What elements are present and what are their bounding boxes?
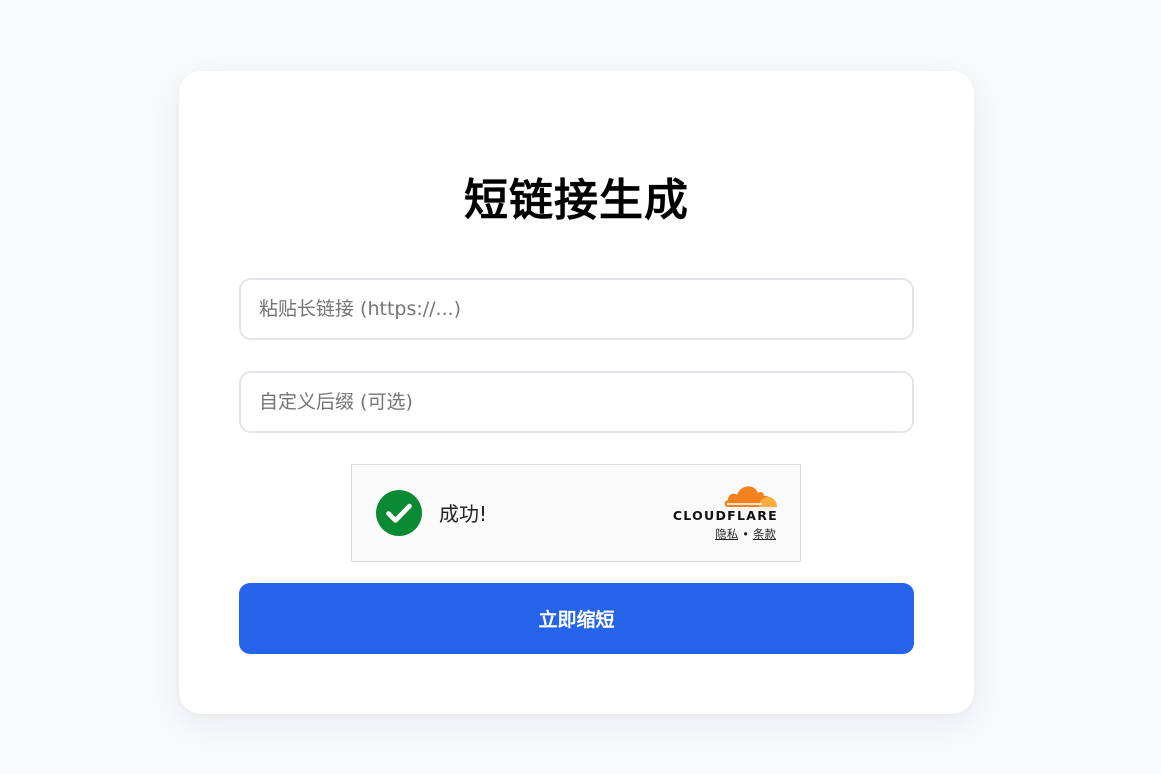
turnstile-widget[interactable]: 成功! CLOUDFLARE 隐私 • 条款 <box>351 464 801 562</box>
privacy-link[interactable]: 隐私 <box>715 527 738 541</box>
shortener-card: 短链接生成 成功! CLOUDFLARE 隐私 • 条款 立即缩短 <box>179 71 974 714</box>
shorten-button[interactable]: 立即缩短 <box>239 583 914 654</box>
check-circle-icon <box>376 490 422 536</box>
long-url-input[interactable] <box>239 278 914 340</box>
cloudflare-cloud-icon <box>724 486 777 507</box>
page-title: 短链接生成 <box>464 175 689 226</box>
terms-link[interactable]: 条款 <box>753 527 776 541</box>
custom-suffix-input[interactable] <box>239 371 914 433</box>
cloudflare-wordmark: CLOUDFLARE <box>672 508 778 523</box>
cloudflare-logo[interactable]: CLOUDFLARE <box>666 482 778 523</box>
link-separator: • <box>742 527 749 541</box>
captcha-status-text: 成功! <box>439 502 488 526</box>
captcha-links: 隐私 • 条款 <box>715 527 776 541</box>
